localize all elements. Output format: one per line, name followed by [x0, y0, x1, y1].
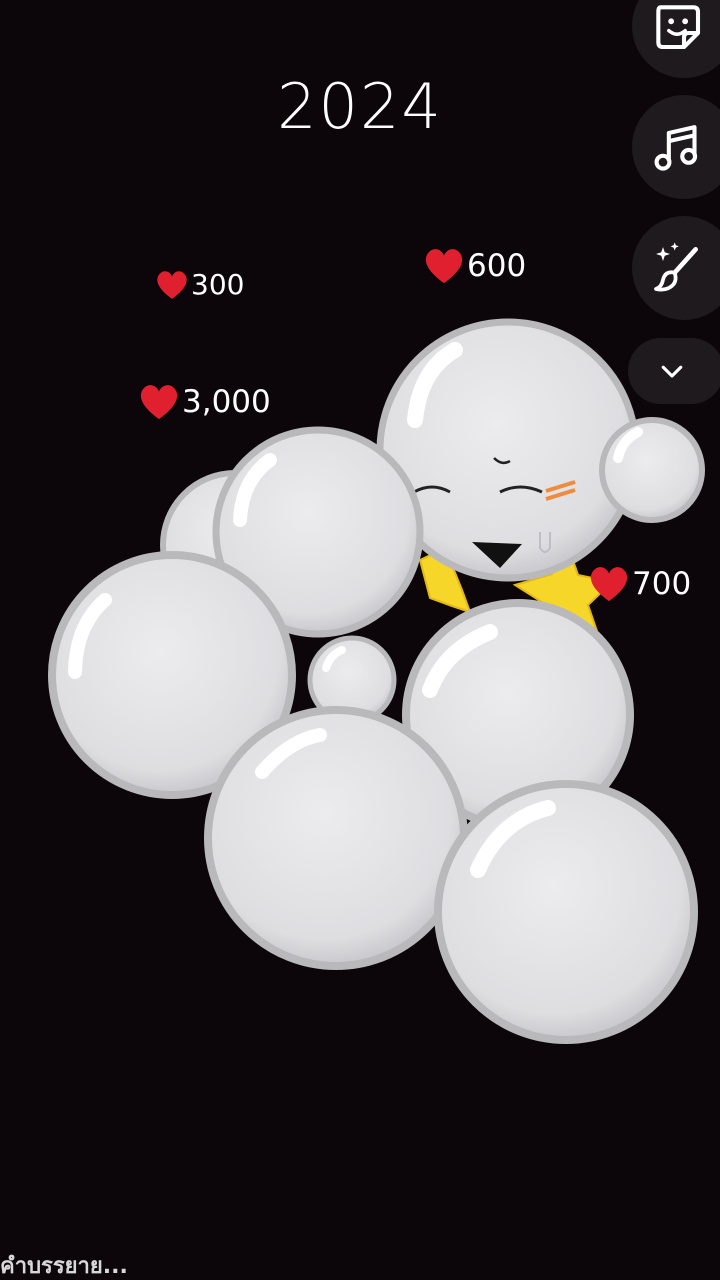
chevron-down-icon: [661, 365, 683, 378]
bubble-character-artwork: [48, 318, 705, 1044]
heart-icon: [425, 249, 463, 284]
like-badge: 700: [588, 564, 691, 604]
like-count: 3,000: [182, 384, 271, 420]
like-count: 700: [632, 566, 692, 602]
effects-brush-icon: [654, 242, 698, 292]
like-badge: 3,000: [138, 382, 271, 422]
expand-toolbar-button[interactable]: [628, 338, 720, 404]
music-note-icon: [654, 125, 698, 171]
bubble-bottom-right: [434, 780, 698, 1044]
like-count: 600: [467, 248, 527, 284]
bubble-small-right: [599, 417, 705, 523]
year-title: 2024: [277, 70, 443, 143]
heart-icon: [140, 385, 178, 420]
like-badge: 300: [155, 268, 244, 301]
heart-icon: [157, 270, 187, 299]
heart-icon: [590, 567, 628, 602]
like-count: 300: [191, 268, 245, 301]
like-badge: 600: [423, 246, 526, 286]
bubble-bottom-center: [204, 706, 468, 970]
canvas-stage: 2024 300 600 3,000 700 คำบรรยาย...: [0, 0, 720, 1280]
sticker-icon: [656, 5, 701, 50]
caption-input[interactable]: คำบรรยาย...: [0, 1248, 128, 1280]
